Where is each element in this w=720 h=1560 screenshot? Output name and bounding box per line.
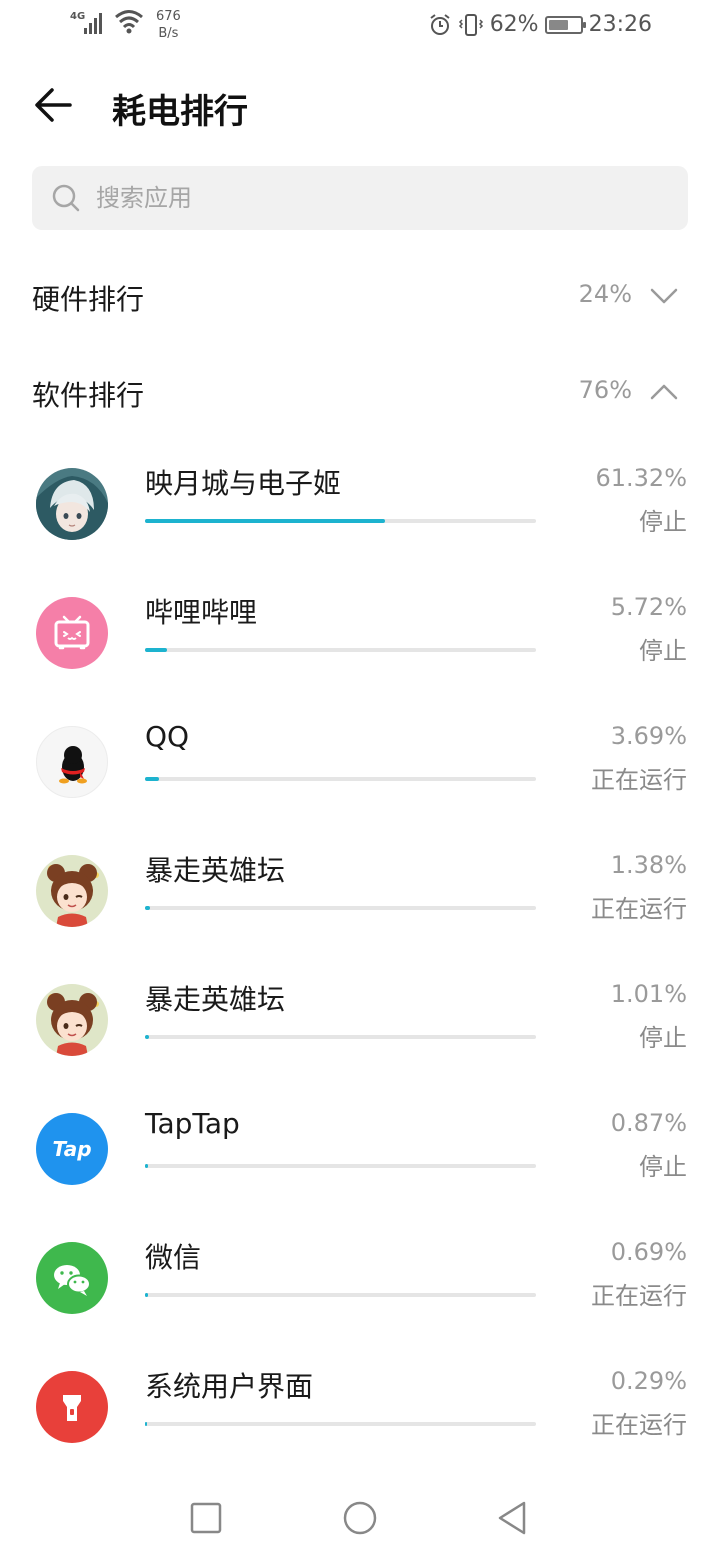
usage-bar-fill [145,1293,148,1297]
hardware-ranking-label: 硬件排行 [32,283,145,316]
anime-girl-avatar-icon [36,468,108,540]
wifi-icon [115,10,143,34]
hardware-ranking-percent: 24% [578,280,632,308]
usage-bar [145,906,536,910]
page-title: 耗电排行 [112,92,248,132]
app-name: QQ [145,720,190,753]
app-row[interactable]: 哔哩哔哩 5.72% 停止 [0,575,720,704]
app-status: 停止 [639,508,687,536]
network-speed-unit: B/s [158,26,179,41]
app-status: 正在运行 [591,895,687,923]
qq-penguin-icon [36,726,108,798]
app-status: 正在运行 [591,1411,687,1439]
usage-bar-fill [145,777,159,781]
software-ranking-percent: 76% [578,376,632,404]
app-header: 耗电排行 [0,70,720,140]
app-status: 停止 [639,1153,687,1181]
usage-bar-fill [145,648,167,652]
software-ranking-row[interactable]: 软件排行 76% [32,362,688,422]
app-usage-percent: 3.69% [610,722,687,750]
app-usage-percent: 0.87% [610,1109,687,1137]
app-usage-percent: 1.01% [610,980,687,1008]
network-type-label: 4G [70,11,85,22]
app-status: 停止 [639,1024,687,1052]
taptap-icon: Tap [36,1113,108,1185]
square-icon [190,1502,222,1534]
app-name: 映月城与电子姬 [145,467,342,500]
app-name: 暴走英雄坛 [145,983,286,1016]
usage-bar-fill [145,519,385,523]
app-row[interactable]: Tap TapTap 0.87% 停止 [0,1091,720,1220]
usage-bar-fill [145,1035,149,1039]
app-row[interactable]: 暴走英雄坛 1.01% 停止 [0,962,720,1091]
circle-icon [343,1501,377,1535]
network-speed-value: 676 [156,9,181,24]
app-name: 系统用户界面 [145,1370,314,1403]
alarm-icon [430,13,450,35]
usage-bar-fill [145,1422,147,1426]
app-name: 微信 [145,1241,202,1274]
search-icon [52,184,80,212]
chevron-up-icon [650,384,678,400]
status-bar-left: 4G 676 B/s [70,8,181,42]
chevron-down-icon [650,288,678,304]
vibrate-icon [458,13,483,36]
usage-bar [145,1164,536,1168]
usage-bar-fill [145,906,150,910]
app-row[interactable]: 映月城与电子姬 61.32% 停止 [0,446,720,575]
app-status: 正在运行 [591,766,687,794]
home-button[interactable] [340,1498,380,1538]
recent-apps-button[interactable] [186,1498,226,1538]
navigation-bar [0,1476,720,1560]
cartoon-girl-avatar-icon [36,855,108,927]
wechat-icon [36,1242,108,1314]
back-button[interactable] [30,80,80,130]
app-row[interactable]: 暴走英雄坛 1.38% 正在运行 [0,833,720,962]
signal-icon: 4G [70,11,102,34]
clock-time: 23:26 [588,12,652,37]
usage-bar [145,1422,536,1426]
app-usage-percent: 5.72% [610,593,687,621]
triangle-back-icon [498,1501,526,1535]
usage-bar [145,1035,536,1039]
usage-bar-fill [145,1164,148,1168]
usage-bar [145,648,536,652]
usage-bar [145,1293,536,1297]
status-bar: 4G 676 B/s 62% 23:26 [0,0,720,56]
cartoon-girl-avatar-icon [36,984,108,1056]
app-usage-percent: 0.29% [610,1367,687,1395]
software-ranking-label: 软件排行 [32,379,145,412]
taptap-icon-text: Tap [52,1137,91,1161]
app-name: TapTap [145,1107,240,1140]
app-status: 停止 [639,637,687,665]
app-name: 哔哩哔哩 [145,596,258,629]
app-usage-percent: 0.69% [610,1238,687,1266]
app-row[interactable]: 系统用户界面 0.29% 正在运行 [0,1349,720,1478]
app-usage-percent: 61.32% [595,464,687,492]
app-status: 正在运行 [591,1282,687,1310]
bilibili-tv-icon [36,597,108,669]
search-input[interactable] [96,166,666,230]
battery-icon [544,15,586,34]
network-speed: 676 B/s [156,8,181,42]
app-usage-percent: 1.38% [610,851,687,879]
app-row[interactable]: 微信 0.69% 正在运行 [0,1220,720,1349]
flashlight-icon [36,1371,108,1443]
usage-bar [145,519,536,523]
search-bar[interactable] [32,166,688,230]
battery-percent: 62% [489,12,539,37]
status-bar-right: 62% 23:26 [428,12,652,37]
app-row[interactable]: QQ 3.69% 正在运行 [0,704,720,833]
app-name: 暴走英雄坛 [145,854,286,887]
back-arrow-icon [35,88,72,122]
nav-back-button[interactable] [492,1498,532,1538]
hardware-ranking-row[interactable]: 硬件排行 24% [32,266,688,326]
usage-bar [145,777,536,781]
